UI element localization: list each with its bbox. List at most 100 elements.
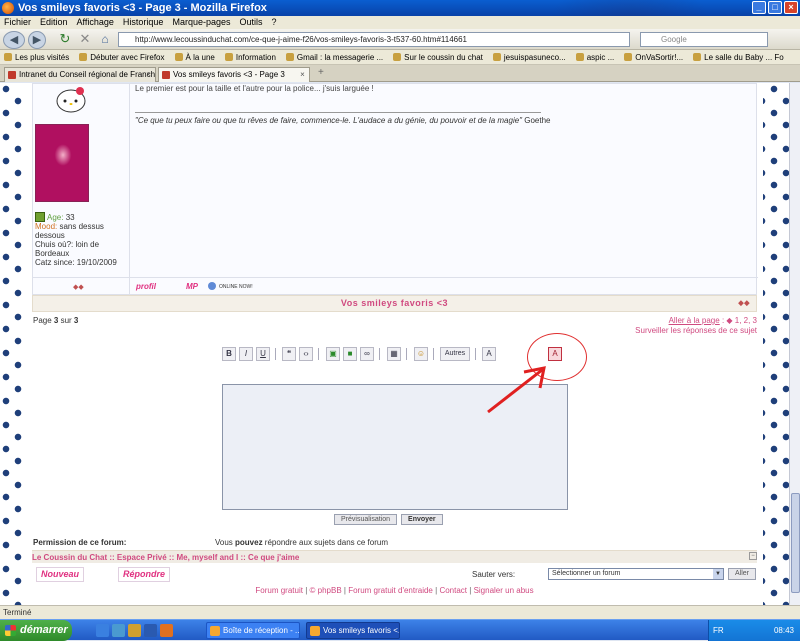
url-bar[interactable]: http://www.lecoussinduchat.com/ce-que-j-… [118,32,630,47]
language-indicator[interactable]: FR [713,620,724,641]
others-button[interactable]: Autres [440,347,470,361]
word-icon[interactable] [144,624,157,637]
post-nav-arrows-icon[interactable]: ◆◆ [73,283,84,291]
window-title: Vos smileys favoris <3 - Page 3 - Mozill… [18,2,267,14]
bookmark-item[interactable]: jesuispasuneco... [493,50,566,64]
forum-post: Age: 33 Mood: sans dessus dessous Chuis … [32,83,758,295]
breadcrumb: Le Coussin du Chat :: Espace Privé :: Me… [32,550,757,563]
back-button[interactable]: ◀ [3,31,25,49]
bookmark-item[interactable]: Information [225,50,276,64]
footer-link[interactable]: Signaler un abus [474,586,534,595]
menu-outils[interactable]: Outils [240,16,263,29]
user-status-icon [35,212,45,222]
search-input[interactable]: Google [640,32,768,47]
minimize-button[interactable]: _ [752,1,766,14]
home-icon[interactable]: ⌂ [96,31,114,49]
reload-icon[interactable]: ↻ [56,31,74,49]
tab-bar: Intranet du Conseil régional de Franch..… [0,65,800,82]
online-now-badge: ONLINE NOW! [208,281,253,293]
menu-edition[interactable]: Edition [40,16,68,29]
task-firefox[interactable]: Vos smileys favoris <... [306,622,400,639]
bold-button[interactable]: B [222,347,236,361]
maximize-button[interactable]: □ [768,1,782,14]
post-body: Le premier est pour la taille et l'autre… [135,84,374,93]
link-icon[interactable]: ∞ [360,347,374,361]
post-footer: ◆◆ profil MP ONLINE NOW! [33,277,758,295]
mp-button[interactable]: MP [186,281,198,293]
desktop-icon[interactable] [112,624,125,637]
video-icon[interactable]: ■ [343,347,357,361]
chevron-down-icon[interactable]: ▼ [713,569,723,579]
watch-topic-link[interactable]: Surveiller les réponses de ce sujet [635,326,757,336]
user-avatar [35,124,89,202]
close-window-button[interactable]: × [784,1,798,14]
jump-select[interactable]: Sélectionner un forum ▼ [548,568,724,580]
firefox-icon [2,2,14,14]
menu-bar: Fichier Edition Affichage Historique Mar… [0,16,800,29]
goto-page-link[interactable]: Aller à la page [669,316,720,325]
close-tab-icon[interactable]: × [144,70,153,79]
window-title-bar: Vos smileys favoris <3 - Page 3 - Mozill… [0,0,800,16]
topic-title-bar: Vos smileys favoris <3 ◆◆ [32,295,757,312]
status-bar: Terminé [0,605,800,619]
outlook-icon[interactable] [128,624,141,637]
page-scrollbar[interactable] [789,83,800,605]
underline-button[interactable]: U [256,347,270,361]
bookmark-item[interactable]: Le salle du Baby ... Fo [693,50,784,64]
jump-go-button[interactable]: Aller [728,568,757,580]
menu-marque-pages[interactable]: Marque-pages [172,16,230,29]
clock: 08:43 [773,626,794,635]
task-inbox[interactable]: Boîte de réception - ... [206,622,300,639]
footer-link[interactable]: Forum gratuit d'entraide [348,586,433,595]
bookmark-item[interactable]: Sur le coussin du chat [393,50,483,64]
bookmark-item[interactable]: Gmail : la messagerie ... [286,50,383,64]
toolbar-separator [318,348,319,360]
toolbar-separator [275,348,276,360]
post-author-panel: Age: 33 Mood: sans dessus dessous Chuis … [33,84,130,294]
bookmark-item[interactable]: À la une [175,50,215,64]
quote-icon[interactable]: ❝ [282,347,296,361]
new-tab-button[interactable]: + [318,67,324,78]
menu-affichage[interactable]: Affichage [77,16,114,29]
bookmarks-bar: Les plus visités Débuter avec Firefox À … [0,50,800,65]
bookmark-item[interactable]: Les plus visités [4,50,69,64]
footer-link[interactable]: Forum gratuit [255,586,303,595]
editor-buttons: Prévisualisation Envoyer [334,514,443,525]
ie-icon[interactable] [96,624,109,637]
footer-link[interactable]: © phpBB [310,586,342,595]
close-tab-icon[interactable]: × [298,70,307,79]
table-icon[interactable]: ▦ [387,347,401,361]
italic-button[interactable]: I [239,347,253,361]
smiley-icon[interactable]: ☺ [414,347,428,361]
new-topic-button[interactable]: Nouveau [36,567,85,582]
format-icon[interactable]: A [482,347,496,361]
firefox-quicklaunch-icon[interactable] [160,624,173,637]
image-icon[interactable]: ▣ [326,347,340,361]
send-button[interactable]: Envoyer [401,514,443,525]
bookmark-item[interactable]: Débuter avec Firefox [79,50,164,64]
bookmark-item[interactable]: aspic ... [576,50,615,64]
tab-smileys[interactable]: Vos smileys favoris <3 - Page 3 × [158,67,310,82]
signature-divider [135,112,541,113]
preview-button[interactable]: Prévisualisation [334,514,398,525]
menu-help[interactable]: ? [272,16,277,29]
scrollbar-thumb[interactable] [791,493,800,593]
code-icon[interactable]: ‹› [299,347,313,361]
menu-fichier[interactable]: Fichier [4,16,31,29]
navigation-bar: ◀ ▶ ↻ ✕ ⌂ http://www.lecoussinduchat.com… [0,29,800,50]
page-indicator: Page 3 sur 3 [33,316,79,325]
profile-button[interactable]: profil [136,281,156,293]
menu-historique[interactable]: Historique [123,16,164,29]
reply-button[interactable]: Répondre [118,567,171,582]
topic-nav-arrows-icon[interactable]: ◆◆ [738,296,750,311]
forum-permissions: Permission de ce forum: Vous pouvez répo… [33,538,388,547]
collapse-icon[interactable]: − [749,552,757,560]
page-links[interactable]: : ◆ 1, 2, 3 [720,316,757,325]
stop-icon[interactable]: ✕ [76,31,94,49]
bookmark-item[interactable]: OnVaSortir!... [624,50,683,64]
tab-intranet[interactable]: Intranet du Conseil régional de Franch..… [4,67,156,82]
annotation-arrow-icon [487,366,546,414]
start-button[interactable]: démarrer [0,620,72,641]
forward-button[interactable]: ▶ [28,31,46,49]
footer-link[interactable]: Contact [439,586,467,595]
